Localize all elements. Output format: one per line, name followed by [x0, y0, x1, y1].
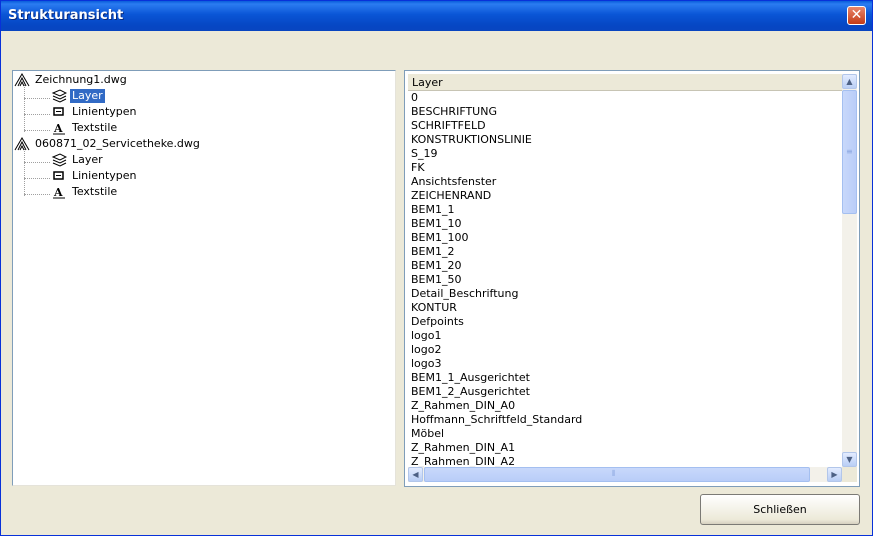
tree-node-label: Linientypen [72, 105, 137, 118]
grip-icon: ≡ [846, 147, 853, 156]
scroll-right-button[interactable]: ▶ [827, 467, 842, 482]
list-item[interactable]: BEM1_2 [408, 245, 842, 259]
list-item[interactable]: FK [408, 161, 842, 175]
tree-node-label: Zeichnung1.dwg [35, 73, 127, 86]
tree-node-label: Textstile [72, 185, 118, 198]
list-item[interactable]: logo2 [408, 343, 842, 357]
tree-node-linetypes-2[interactable]: Linientypen [51, 168, 139, 184]
list-item[interactable]: Z_Rahmen_DIN_A0 [408, 399, 842, 413]
tree-node-textstyles-1[interactable]: A Textstile [51, 120, 119, 136]
drawing-file-icon [14, 137, 30, 151]
structure-tree[interactable]: Zeichnung1.dwg Layer Linientypen A Texts… [12, 70, 396, 486]
svg-text:A: A [53, 186, 63, 199]
list-item[interactable]: BEM1_1 [408, 203, 842, 217]
scroll-left-button[interactable]: ◀ [408, 467, 423, 482]
tree-node-label: Layer [72, 153, 103, 166]
window-title: Strukturansicht [8, 8, 124, 23]
drawing-file-icon [14, 73, 30, 87]
horizontal-scrollbar[interactable]: ◀ ⦀ ▶ [408, 467, 842, 482]
tree-node-drawing-2[interactable]: 060871_02_Servicetheke.dwg [14, 136, 202, 152]
chevron-up-icon: ▲ [846, 77, 853, 86]
horizontal-scroll-thumb[interactable]: ⦀ [424, 467, 810, 482]
column-header-layer[interactable]: Layer [408, 74, 842, 91]
layer-list-panel: Layer 0 BESCHRIFTUNG SCHRIFTFELD KONSTRUKTI… [404, 70, 860, 487]
list-item[interactable]: SCHRIFTFELD [408, 119, 842, 133]
textstyle-icon: A [53, 122, 65, 135]
tree-node-label: Textstile [72, 121, 118, 134]
scroll-down-button[interactable]: ▼ [842, 452, 857, 467]
layer-icon [51, 153, 67, 167]
list-item[interactable]: KONSTRUKTIONSLINIE [408, 133, 842, 147]
scroll-up-button[interactable]: ▲ [842, 74, 857, 89]
list-item[interactable]: ZEICHENRAND [408, 189, 842, 203]
tree-node-drawing-1[interactable]: Zeichnung1.dwg [14, 72, 129, 88]
vertical-scroll-thumb[interactable]: ≡ [842, 90, 857, 214]
list-item[interactable]: KONTUR [408, 301, 842, 315]
list-item[interactable]: Defpoints [408, 315, 842, 329]
list-item[interactable]: 0 [408, 91, 842, 105]
layer-list[interactable]: 0 BESCHRIFTUNG SCHRIFTFELD KONSTRUKTIONSLIN… [408, 91, 842, 467]
list-item[interactable]: BESCHRIFTUNG [408, 105, 842, 119]
chevron-down-icon: ▼ [846, 455, 853, 464]
close-window-button[interactable]: ✕ [847, 6, 866, 25]
tree-node-textstyles-2[interactable]: A Textstile [51, 184, 119, 200]
close-button[interactable]: Schließen [700, 494, 860, 525]
title-bar[interactable]: Strukturansicht ✕ [1, 1, 872, 31]
list-item[interactable]: BEM1_20 [408, 259, 842, 273]
list-item[interactable]: Z_Rahmen_DIN_A1 [408, 441, 842, 455]
tree-node-linetypes-1[interactable]: Linientypen [51, 104, 139, 120]
layer-icon [51, 89, 67, 103]
list-item[interactable]: BEM1_1_Ausgerichtet [408, 371, 842, 385]
linetype-icon [53, 171, 64, 180]
list-item[interactable]: Z_Rahmen_DIN_A2 [408, 455, 842, 467]
list-item[interactable]: BEM1_2_Ausgerichtet [408, 385, 842, 399]
scrollbar-corner [842, 467, 857, 482]
textstyle-icon: A [53, 186, 65, 199]
list-item[interactable]: S_19 [408, 147, 842, 161]
linetype-icon [53, 107, 64, 116]
tree-node-layer-2[interactable]: Layer [51, 152, 105, 168]
list-item[interactable]: Hoffmann_Schriftfeld_Standard [408, 413, 842, 427]
list-item[interactable]: logo3 [408, 357, 842, 371]
list-item[interactable]: Detail_Beschriftung [408, 287, 842, 301]
tree-node-label: Layer [70, 89, 105, 103]
chevron-left-icon: ◀ [412, 470, 419, 479]
list-item[interactable]: logo1 [408, 329, 842, 343]
tree-node-layer-1[interactable]: Layer [51, 88, 105, 104]
chevron-right-icon: ▶ [831, 470, 838, 479]
column-header-label: Layer [412, 76, 443, 89]
list-item[interactable]: BEM1_10 [408, 217, 842, 231]
svg-text:A: A [53, 122, 63, 135]
tree-node-label: 060871_02_Servicetheke.dwg [35, 137, 200, 150]
tree-node-label: Linientypen [72, 169, 137, 182]
list-item[interactable]: BEM1_100 [408, 231, 842, 245]
list-item[interactable]: BEM1_50 [408, 273, 842, 287]
vertical-scrollbar[interactable]: ▲ ≡ ▼ [842, 74, 857, 467]
grip-icon: ⦀ [612, 469, 616, 478]
list-item[interactable]: Ansichtsfenster [408, 175, 842, 189]
list-item[interactable]: Möbel [408, 427, 842, 441]
strukturansicht-dialog: Strukturansicht ✕ Zeichnung1.dwg Layer L… [0, 0, 873, 536]
